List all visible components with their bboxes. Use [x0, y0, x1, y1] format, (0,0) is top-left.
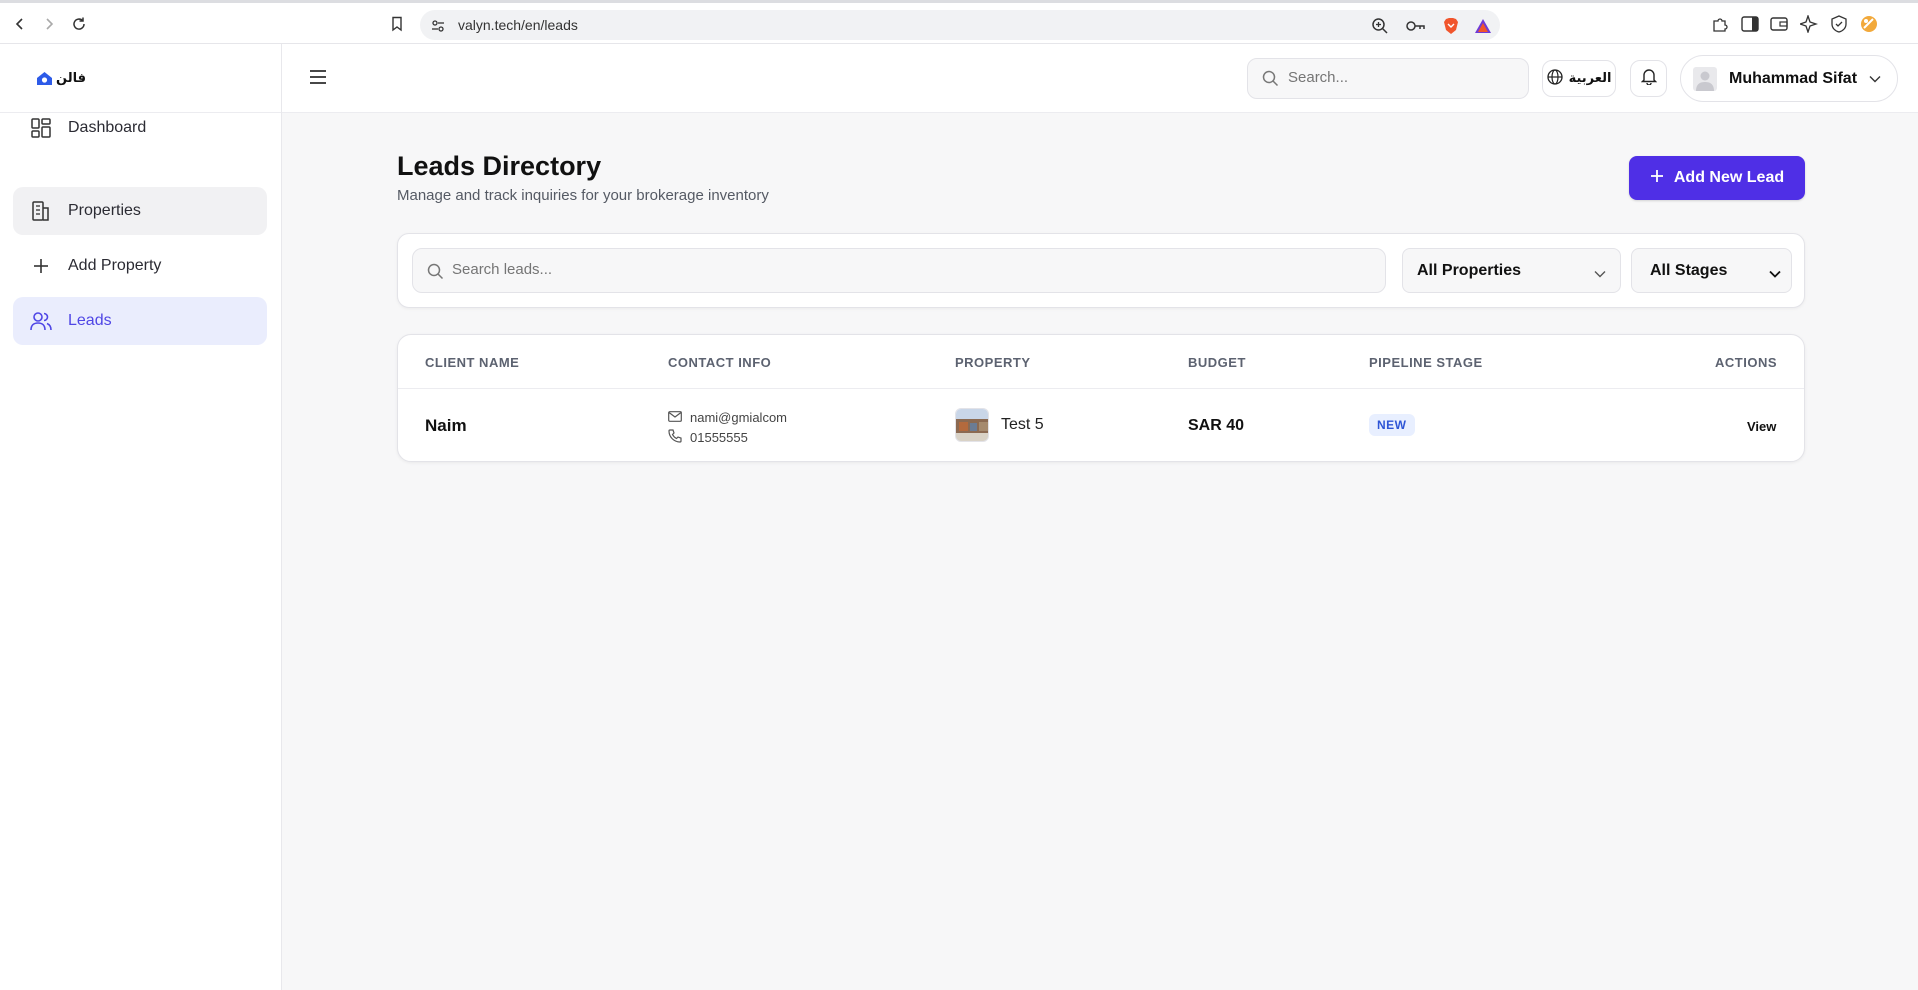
lead-search[interactable] [412, 248, 1386, 293]
chevron-down-icon [1769, 265, 1781, 283]
browser-toolbar: valyn.tech/en/leads [0, 0, 1918, 44]
contact-info: nami@gmialcom 01555555 [668, 407, 787, 447]
extensions-icon[interactable] [1710, 14, 1730, 34]
bookmark-icon[interactable] [386, 13, 408, 35]
key-icon[interactable] [1406, 16, 1426, 36]
filter-bar: All Properties All Stages [397, 233, 1805, 308]
leads-table: CLIENT NAME CONTACT INFO PROPERTY BUDGET… [397, 334, 1805, 462]
property-filter-select[interactable]: All Properties [1402, 248, 1621, 293]
contact-email: nami@gmialcom [690, 409, 787, 425]
table-header: CLIENT NAME CONTACT INFO PROPERTY BUDGET… [398, 335, 1804, 389]
property-filter-value: All Properties [1417, 261, 1522, 279]
zoom-icon[interactable] [1370, 16, 1390, 36]
add-new-lead-label: Add New Lead [1673, 169, 1785, 186]
app-logo[interactable]: فالن [36, 70, 86, 86]
column-header-budget: BUDGET [1188, 355, 1246, 370]
column-header-property: PROPERTY [955, 355, 1031, 370]
search-icon [427, 263, 444, 285]
bell-icon [1640, 68, 1657, 90]
sidebar-item-label: Properties [68, 202, 141, 219]
sidebar-item-dashboard[interactable]: Dashboard [13, 104, 267, 152]
logo-house-icon [37, 71, 52, 85]
sidebar-item-label: Dashboard [68, 119, 147, 136]
sidebar-item-label: Add Property [68, 257, 162, 274]
building-icon [30, 200, 52, 222]
sidebar-item-leads[interactable]: Leads [13, 297, 267, 345]
logo-text: فالن [56, 70, 86, 85]
notifications-button[interactable] [1630, 60, 1667, 97]
chevron-down-icon [1594, 265, 1606, 283]
dashboard-icon [30, 117, 52, 139]
logo-row: فالن [0, 44, 281, 113]
column-header-pipeline-stage: PIPELINE STAGE [1369, 355, 1483, 370]
stage-filter-select[interactable]: All Stages [1631, 248, 1792, 293]
sidebar: فالن Dashboard Properties Add Property L… [0, 44, 282, 990]
search-icon [1262, 70, 1279, 92]
view-lead-link[interactable]: View [1747, 419, 1776, 434]
profile-extension-icon[interactable] [1859, 14, 1879, 34]
mail-icon [668, 410, 682, 425]
user-name: Muhammad Sifat [1729, 69, 1858, 87]
globe-icon [1546, 68, 1563, 89]
table-row[interactable]: Naim nami@gmialcom 01555555 Test 5 SAR 4… [398, 390, 1804, 461]
sidebar-toggle-icon[interactable] [1740, 14, 1760, 34]
wallet-icon[interactable] [1769, 14, 1789, 34]
site-settings-icon[interactable] [428, 16, 448, 36]
column-header-contact-info: CONTACT INFO [668, 355, 772, 370]
page-subtitle: Manage and track inquiries for your brok… [397, 187, 769, 204]
url-text[interactable]: valyn.tech/en/leads [458, 17, 578, 33]
language-label: العربية [1568, 71, 1612, 86]
column-header-actions: ACTIONS [1715, 355, 1777, 370]
property-thumbnail [955, 408, 989, 442]
sidebar-item-properties[interactable]: Properties [13, 187, 267, 235]
address-bar[interactable]: valyn.tech/en/leads [420, 10, 1500, 40]
global-search[interactable] [1247, 58, 1529, 99]
client-name: Naim [425, 416, 467, 435]
property-name[interactable]: Test 5 [1001, 416, 1044, 434]
user-menu-button[interactable]: Muhammad Sifat [1680, 55, 1898, 102]
back-icon[interactable] [9, 13, 31, 35]
status-badge: NEW [1369, 414, 1415, 436]
phone-icon [668, 428, 682, 446]
avatar [1693, 66, 1717, 91]
budget-value: SAR 40 [1188, 417, 1245, 434]
leo-ai-icon[interactable] [1799, 14, 1819, 34]
page-title: Leads Directory [397, 151, 602, 181]
property-cell: Test 5 [955, 408, 1044, 442]
global-search-input[interactable] [1288, 69, 1518, 86]
language-switch-button[interactable]: العربية [1542, 60, 1616, 97]
plus-icon [30, 255, 52, 277]
reload-icon[interactable] [68, 13, 90, 35]
column-header-client-name: CLIENT NAME [425, 355, 520, 370]
brave-shield-icon[interactable] [1441, 16, 1461, 36]
vpn-icon[interactable] [1829, 14, 1849, 34]
lead-search-input[interactable] [452, 261, 1352, 278]
add-new-lead-button[interactable]: Add New Lead [1629, 156, 1805, 200]
stage-filter-value: All Stages [1650, 261, 1728, 279]
forward-icon[interactable] [38, 13, 60, 35]
menu-toggle-icon[interactable] [308, 68, 332, 90]
sidebar-item-label: Leads [68, 312, 112, 329]
users-icon [30, 310, 52, 332]
brave-rewards-icon[interactable] [1473, 16, 1493, 36]
top-header: العربية Muhammad Sifat [282, 44, 1918, 113]
sidebar-item-add-property[interactable]: Add Property [13, 242, 267, 290]
contact-phone: 01555555 [690, 429, 748, 445]
plus-icon [1650, 169, 1664, 188]
chevron-down-icon [1869, 70, 1881, 88]
